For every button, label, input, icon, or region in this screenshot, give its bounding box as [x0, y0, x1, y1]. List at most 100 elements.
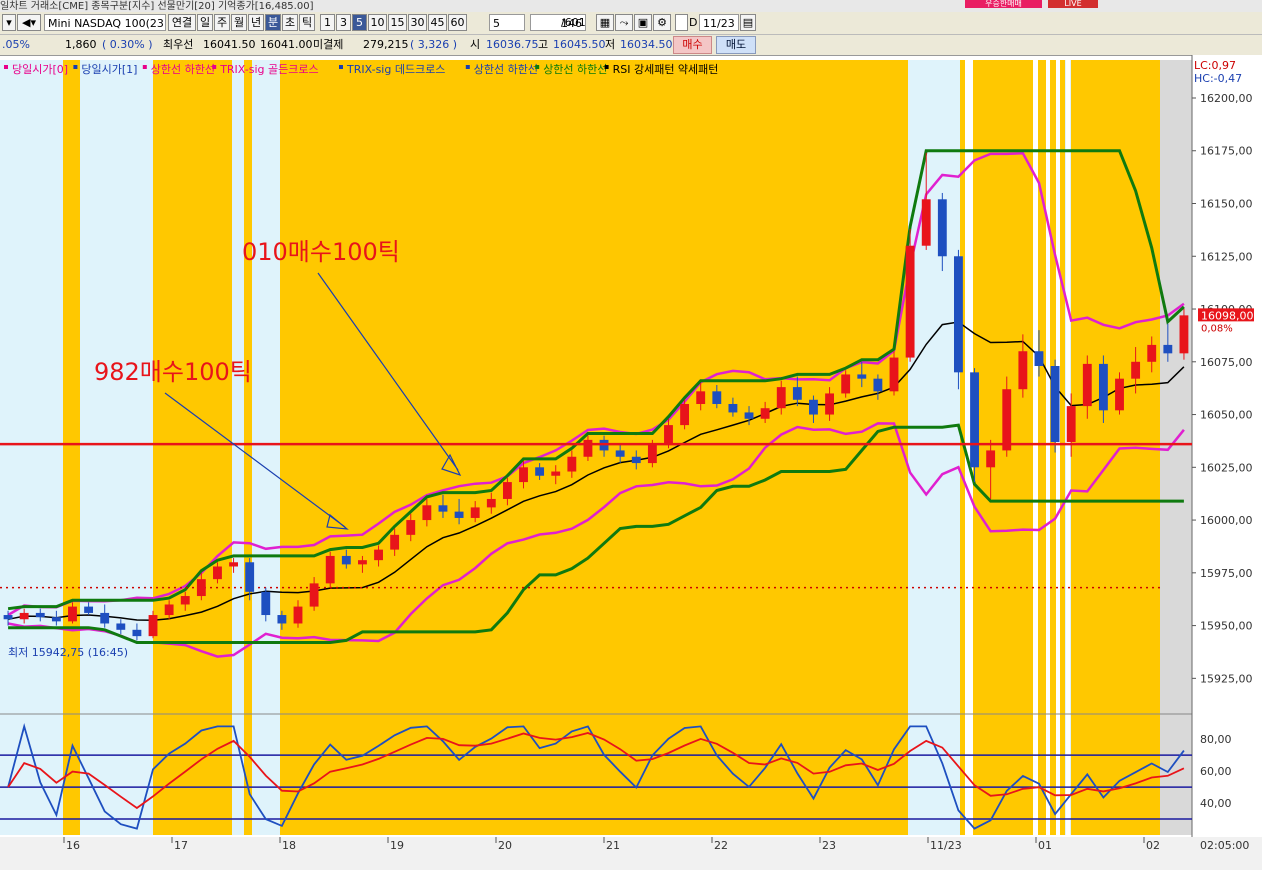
period-button-3[interactable]: 월	[231, 14, 247, 31]
calendar-icon[interactable]: ▤	[740, 14, 756, 31]
candle-54	[873, 378, 883, 392]
date-checkbox[interactable]	[675, 14, 688, 31]
y-tick-label-3: 16125,00	[1200, 250, 1253, 263]
y-tick-label-1: 16175,00	[1200, 145, 1253, 158]
candle-67	[1082, 363, 1092, 407]
period-button-2[interactable]: 주	[214, 14, 230, 31]
candle-41	[664, 425, 673, 445]
gear-icon[interactable]: ⚙	[653, 14, 671, 31]
candle-17	[277, 615, 287, 624]
period-button-7[interactable]: 틱	[299, 14, 315, 31]
x-tick-label-10: 02	[1146, 839, 1160, 852]
candle-47	[760, 408, 770, 419]
legend-swatch-2	[142, 65, 147, 69]
period-button-0[interactable]: 연결	[168, 14, 196, 31]
y-tick-label-6: 16050,00	[1200, 409, 1253, 422]
candle-68	[1098, 363, 1108, 411]
candle-9	[148, 615, 158, 637]
legend-item-4: TRIX-sig 데드크로스	[346, 63, 445, 76]
candle-32	[519, 467, 528, 483]
lc-label: LC:0,97	[1194, 59, 1236, 72]
x-tick-label-6: 22	[714, 839, 728, 852]
candle-72	[1163, 344, 1173, 354]
x-tick-label-5: 21	[606, 839, 620, 852]
candle-28	[454, 511, 464, 518]
white-gap-4	[1066, 60, 1070, 835]
candle-38	[615, 450, 625, 457]
candle-64	[1034, 351, 1044, 367]
candle-29	[470, 507, 480, 518]
rate: ( 0.30% )	[102, 38, 153, 51]
x-axis-bg	[0, 837, 1262, 870]
speaker-icon[interactable]: ◀▾	[17, 14, 41, 31]
candle-59	[954, 256, 963, 373]
candle-39	[631, 456, 641, 464]
candle-0	[3, 615, 13, 620]
candle-66	[1066, 406, 1076, 442]
future-area	[1160, 60, 1192, 835]
interval-button-60[interactable]: 60	[448, 14, 467, 31]
candle-24	[390, 534, 400, 550]
interval-button-45[interactable]: 45	[428, 14, 447, 31]
candle-42	[680, 403, 690, 426]
legend-item-5: 상한선 하한선	[474, 62, 538, 76]
time-readout: 02:05:00	[1200, 839, 1249, 852]
candle-52	[841, 374, 851, 394]
candle-35	[567, 456, 577, 472]
interval-button-1[interactable]: 1	[320, 14, 335, 31]
candle-58	[937, 199, 947, 257]
legend-swatch-0	[4, 65, 8, 69]
period-button-5[interactable]: 분	[265, 14, 281, 31]
grid-icon[interactable]: ▦	[596, 14, 614, 31]
candle-4	[68, 606, 77, 622]
symbol-input[interactable]: Mini NASDAQ 100(23.1	[44, 14, 166, 31]
interval-button-30[interactable]: 30	[408, 14, 427, 31]
window-titlebar: 일차트 거래소[CME] 종목구분[지수] 선물만기[20] 기억종가[16,4…	[0, 0, 1262, 12]
menu-icon[interactable]: ▾	[2, 14, 16, 31]
best-ask: 16041.50	[203, 38, 256, 51]
period-button-1[interactable]: 일	[197, 14, 213, 31]
brand-badge[interactable]: 우승한매매	[965, 0, 1042, 8]
y-tick-label-0: 16200,00	[1200, 92, 1253, 105]
candle-31	[502, 482, 512, 499]
best-bid: 16041.00	[260, 38, 313, 51]
sell-button[interactable]: 매도	[716, 36, 756, 54]
candle-14	[229, 562, 238, 567]
interval-button-10[interactable]: 10	[368, 14, 387, 31]
buy-button[interactable]: 매수	[673, 36, 712, 54]
candle-44	[712, 391, 722, 404]
date-check-label: D	[689, 16, 698, 29]
interval-button-5[interactable]: 5	[352, 14, 367, 31]
y-tick-label-9: 15975,00	[1200, 567, 1253, 580]
legend-swatch-3	[212, 65, 217, 69]
candle-5	[84, 606, 94, 613]
interval-button-3[interactable]: 3	[336, 14, 351, 31]
candle-27	[438, 505, 448, 512]
period-button-6[interactable]: 초	[282, 14, 298, 31]
blue-zone-3	[252, 60, 280, 835]
white-gap-3	[1056, 60, 1060, 835]
date-input[interactable]: 11/23	[699, 14, 739, 31]
x-axis: 16 17 18 19 20 21 22 23 11/23 01 02 02:05:00	[0, 837, 1262, 870]
session-zones	[0, 55, 1262, 870]
candle-19	[309, 583, 319, 607]
draw-line-icon[interactable]: ⤳	[615, 14, 633, 31]
legend-item-6: 상한선 하한선	[543, 62, 607, 76]
candle-53	[857, 374, 867, 379]
x-tick-label-8: 11/23	[930, 839, 962, 852]
open-int-change: ( 3,326 )	[410, 38, 458, 51]
interval-button-15[interactable]: 15	[388, 14, 407, 31]
save-icon[interactable]: ▣	[634, 14, 652, 31]
buy-annotation-010: 010매수100틱	[242, 238, 400, 266]
live-badge[interactable]: LIVE	[1048, 0, 1098, 8]
candle-40	[647, 444, 657, 464]
candle-1	[19, 612, 29, 620]
interval-select[interactable]: 5	[489, 14, 525, 31]
candle-65	[1050, 366, 1060, 442]
y-tick-label-11: 15925,00	[1200, 672, 1253, 685]
price-chart[interactable]: 최고 16173,50 (23:35)최저 15942,75 (16:45)01…	[0, 55, 1262, 870]
period-button-4[interactable]: 년	[248, 14, 264, 31]
x-tick-label-3: 19	[390, 839, 404, 852]
candle-10	[164, 604, 174, 616]
legend-swatch-5	[465, 65, 470, 69]
